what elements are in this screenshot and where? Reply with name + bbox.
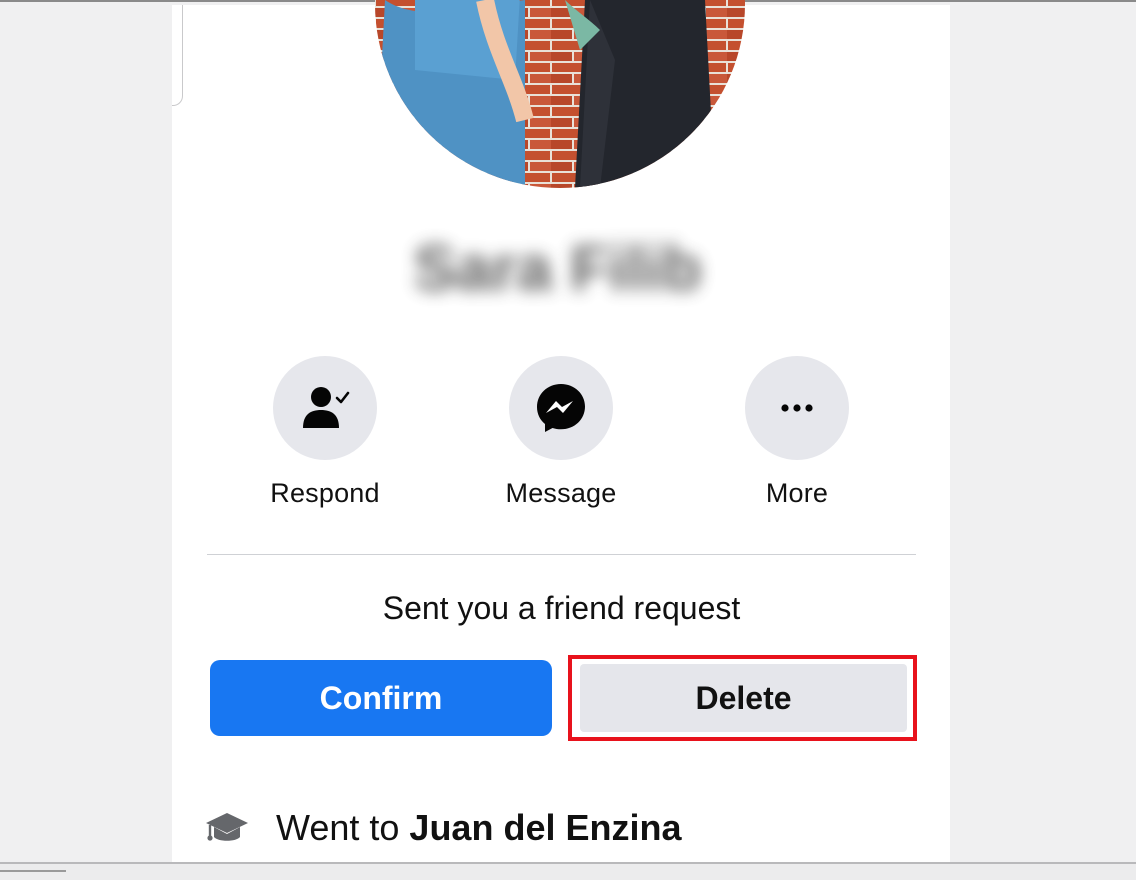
message-circle[interactable] xyxy=(509,356,613,460)
respond-circle[interactable] xyxy=(273,356,377,460)
confirm-button[interactable]: Confirm xyxy=(210,660,552,736)
delete-button[interactable]: Delete xyxy=(580,664,907,732)
education-text: Went to Juan del Enzina xyxy=(276,807,681,849)
person-check-icon xyxy=(303,387,350,428)
message-label: Message xyxy=(505,478,617,508)
respond-button[interactable]: Respond xyxy=(245,356,405,516)
more-button[interactable]: More xyxy=(717,356,877,516)
section-divider xyxy=(207,554,916,555)
messenger-icon xyxy=(537,384,585,432)
message-button[interactable]: Message xyxy=(481,356,641,516)
more-circle[interactable] xyxy=(745,356,849,460)
friend-request-text: Sent you a friend request xyxy=(382,590,741,626)
education-row: Went to Juan del Enzina xyxy=(204,800,681,856)
education-prefix: Went to xyxy=(276,807,400,848)
window-bottom-bar xyxy=(0,862,1136,880)
bottom-bar-segment xyxy=(0,870,66,880)
more-label: More xyxy=(765,478,829,508)
more-dots-icon xyxy=(781,404,813,412)
cover-photo-edge xyxy=(172,5,183,106)
education-school[interactable]: Juan del Enzina xyxy=(409,807,681,848)
graduation-cap-icon xyxy=(206,813,248,841)
profile-name: Sara Filib xyxy=(413,232,702,304)
respond-label: Respond xyxy=(270,478,380,508)
